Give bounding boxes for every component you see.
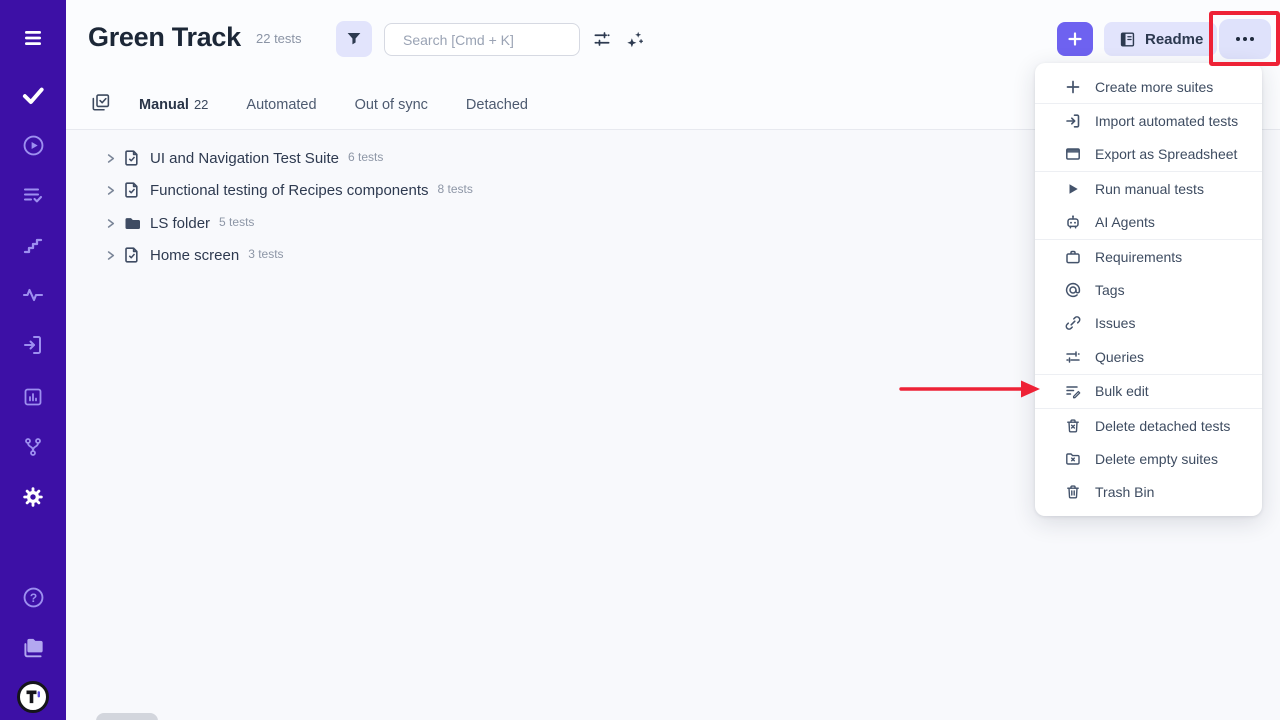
document-check-icon — [123, 149, 141, 167]
pulse-icon[interactable] — [0, 278, 66, 312]
menu-item-export-as-spreadsheet[interactable]: Export as Spreadsheet — [1035, 138, 1262, 171]
branch-icon[interactable] — [0, 430, 66, 464]
suite-row[interactable]: Home screen 3 tests — [104, 242, 284, 268]
suite-count: 6 tests — [348, 150, 383, 164]
robot-icon — [1065, 214, 1081, 230]
gear-icon[interactable] — [0, 480, 66, 514]
import-icon — [1065, 113, 1081, 129]
document-check-icon — [123, 246, 141, 264]
select-all-icon[interactable] — [90, 92, 111, 118]
sliders-icon — [1065, 349, 1081, 365]
svg-text:?: ? — [29, 590, 36, 604]
more-button[interactable] — [1219, 19, 1271, 59]
menu-item-tags[interactable]: Tags — [1035, 273, 1262, 306]
tab-out-of-sync[interactable]: Out of sync — [355, 97, 428, 113]
chevron-right-icon[interactable] — [104, 184, 117, 197]
trash-x-icon — [1065, 418, 1081, 434]
bottom-chip — [96, 713, 158, 720]
app-logo[interactable] — [0, 680, 66, 714]
menu-item-import-automated-tests[interactable]: Import automated tests — [1035, 104, 1262, 137]
chevron-right-icon[interactable] — [104, 217, 117, 230]
suite-name: UI and Navigation Test Suite — [150, 150, 339, 167]
milestones-steps-icon[interactable] — [0, 228, 66, 262]
tests-count: 22 tests — [256, 31, 302, 46]
sparkles-ai-icon[interactable] — [624, 29, 645, 55]
ellipsis-icon — [1235, 36, 1255, 42]
link-icon — [1065, 315, 1081, 331]
trash-icon — [1065, 484, 1081, 500]
folder-icon — [123, 214, 141, 232]
funnel-icon — [345, 30, 363, 48]
runs-play-circle-icon[interactable] — [0, 128, 66, 162]
menu-item-run-manual-tests[interactable]: Run manual tests — [1035, 172, 1262, 205]
sidebar: ? — [0, 0, 66, 720]
tests-check-icon[interactable] — [0, 78, 66, 112]
suite-count: 3 tests — [248, 247, 283, 261]
search-box — [384, 23, 580, 56]
play-icon — [1065, 181, 1081, 197]
import-icon[interactable] — [0, 328, 66, 362]
folders-icon[interactable] — [0, 630, 66, 664]
menu-item-delete-empty-suites[interactable]: Delete empty suites — [1035, 442, 1262, 475]
chevron-right-icon[interactable] — [104, 152, 117, 165]
tab-automated[interactable]: Automated — [246, 97, 316, 113]
filter-button[interactable] — [336, 21, 372, 57]
suite-row[interactable]: UI and Navigation Test Suite 6 tests — [104, 145, 383, 171]
suite-name: Home screen — [150, 247, 239, 264]
help-icon[interactable]: ? — [0, 580, 66, 614]
menu-item-requirements[interactable]: Requirements — [1035, 240, 1262, 273]
plus-icon — [1065, 79, 1081, 95]
chart-square-icon[interactable] — [0, 380, 66, 414]
page-title: Green Track — [88, 22, 241, 53]
at-sign-icon — [1065, 282, 1081, 298]
menu-item-queries[interactable]: Queries — [1035, 340, 1262, 373]
plans-list-check-icon[interactable] — [0, 178, 66, 212]
suite-name: LS folder — [150, 215, 210, 232]
tab-manual-count: 22 — [194, 97, 208, 112]
app-root: ? Green Track 22 tests Readme — [0, 0, 1280, 720]
suite-count: 8 tests — [438, 182, 473, 196]
add-button[interactable] — [1057, 22, 1093, 56]
suite-row[interactable]: Functional testing of Recipes components… — [104, 177, 473, 203]
annotation-arrow — [895, 376, 1041, 402]
tab-manual[interactable]: Manual22 — [139, 97, 208, 113]
suite-row[interactable]: LS folder 5 tests — [104, 210, 254, 236]
suite-name: Functional testing of Recipes components — [150, 182, 429, 199]
chevron-right-icon[interactable] — [104, 249, 117, 262]
folder-x-icon — [1065, 451, 1081, 467]
tabbar: Manual22 Automated Out of sync Detached — [90, 92, 566, 118]
readme-button[interactable]: Readme — [1104, 22, 1217, 56]
menu-item-trash-bin[interactable]: Trash Bin — [1035, 476, 1262, 509]
more-dropdown-menu: Create more suites Import automated test… — [1035, 63, 1262, 516]
table-icon — [1065, 146, 1081, 162]
tab-detached[interactable]: Detached — [466, 97, 528, 113]
menu-item-delete-detached-tests[interactable]: Delete detached tests — [1035, 409, 1262, 442]
plus-icon — [1067, 31, 1083, 47]
briefcase-icon — [1065, 249, 1081, 265]
suite-count: 5 tests — [219, 215, 254, 229]
readme-label: Readme — [1145, 31, 1203, 48]
bulk-edit-icon — [1065, 383, 1081, 399]
document-check-icon — [123, 181, 141, 199]
menu-item-issues[interactable]: Issues — [1035, 307, 1262, 340]
menu-item-create-more-suites[interactable]: Create more suites — [1035, 70, 1262, 103]
menu-item-bulk-edit[interactable]: Bulk edit — [1035, 375, 1262, 408]
book-icon — [1118, 30, 1137, 49]
hamburger-icon[interactable] — [0, 21, 66, 55]
tune-icon[interactable] — [592, 29, 612, 54]
menu-item-ai-agents[interactable]: AI Agents — [1035, 206, 1262, 239]
search-input[interactable] — [403, 32, 584, 48]
